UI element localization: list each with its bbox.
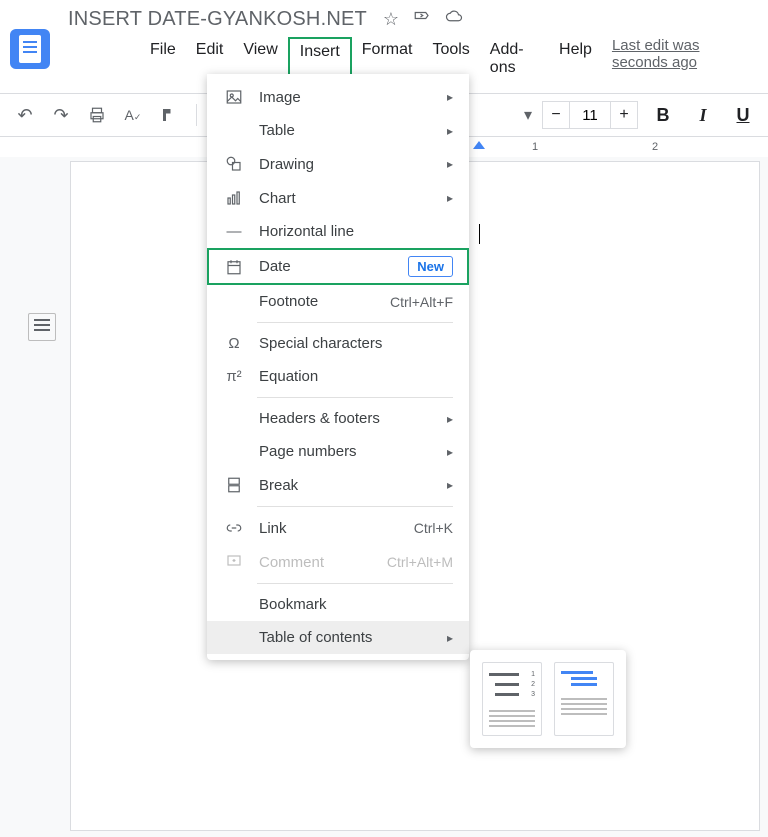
menu-link[interactable]: Link Ctrl+K (207, 511, 469, 545)
star-icon[interactable]: ☆ (383, 9, 399, 30)
font-size-increase[interactable]: + (610, 101, 638, 129)
cloud-status-icon[interactable] (445, 8, 463, 31)
menu-date[interactable]: Date New (207, 248, 469, 285)
toc-submenu: 1 2 3 (470, 650, 626, 748)
ruler-tick: 2 (595, 141, 715, 153)
menu-drawing[interactable]: Drawing▸ (207, 147, 469, 181)
doc-title[interactable]: INSERT DATE-GYANKOSH.NET (68, 8, 367, 31)
menu-hr[interactable]: — Horizontal line (207, 215, 469, 248)
underline-button[interactable]: U (728, 100, 758, 130)
new-badge: New (408, 256, 453, 277)
docs-logo-icon[interactable] (10, 29, 50, 69)
undo-button[interactable]: ↶ (10, 100, 40, 130)
menu-page-numbers[interactable]: Page numbers▸ (207, 435, 469, 468)
menu-image[interactable]: Image▸ (207, 80, 469, 114)
omega-icon: Ω (223, 335, 245, 352)
insert-dropdown: Image▸ Table▸ Drawing▸ Chart▸ — Horizont… (207, 74, 469, 660)
toc-option-numbers[interactable]: 1 2 3 (482, 662, 542, 736)
link-icon (223, 519, 245, 537)
print-button[interactable] (82, 100, 112, 130)
ruler-tick: 1 (475, 141, 595, 153)
paint-format-button[interactable] (154, 100, 184, 130)
menu-help[interactable]: Help (549, 37, 602, 81)
font-size-decrease[interactable]: − (542, 101, 570, 129)
bold-button[interactable]: B (648, 100, 678, 130)
redo-button[interactable]: ↷ (46, 100, 76, 130)
menu-chart[interactable]: Chart▸ (207, 181, 469, 215)
break-icon (223, 476, 245, 494)
comment-icon (223, 553, 245, 571)
chart-icon (223, 189, 245, 207)
drawing-icon (223, 155, 245, 173)
menu-special-chars[interactable]: Ω Special characters (207, 327, 469, 360)
outline-icon[interactable] (28, 313, 56, 341)
last-edit-link[interactable]: Last edit was seconds ago (612, 37, 758, 81)
text-cursor (479, 224, 480, 244)
menu-addons[interactable]: Add-ons (480, 37, 549, 81)
menu-headers-footers[interactable]: Headers & footers▸ (207, 402, 469, 435)
menu-bookmark[interactable]: Bookmark (207, 588, 469, 621)
spellcheck-button[interactable]: A✓ (118, 100, 148, 130)
toc-option-links[interactable] (554, 662, 614, 736)
menu-table[interactable]: Table▸ (207, 114, 469, 147)
pi-icon: π² (223, 368, 245, 385)
menu-toc[interactable]: Table of contents▸ (207, 621, 469, 654)
italic-button[interactable]: I (688, 100, 718, 130)
styles-dropdown[interactable]: ▾ (476, 105, 536, 125)
menu-file[interactable]: File (140, 37, 186, 81)
menu-footnote[interactable]: Footnote Ctrl+Alt+F (207, 285, 469, 318)
calendar-icon (223, 258, 245, 276)
move-icon[interactable] (413, 8, 431, 31)
menu-equation[interactable]: π² Equation (207, 360, 469, 393)
image-icon (223, 88, 245, 106)
menu-break[interactable]: Break▸ (207, 468, 469, 502)
menu-comment: Comment Ctrl+Alt+M (207, 545, 469, 579)
font-size-input[interactable] (570, 101, 610, 129)
hr-icon: — (223, 223, 245, 240)
